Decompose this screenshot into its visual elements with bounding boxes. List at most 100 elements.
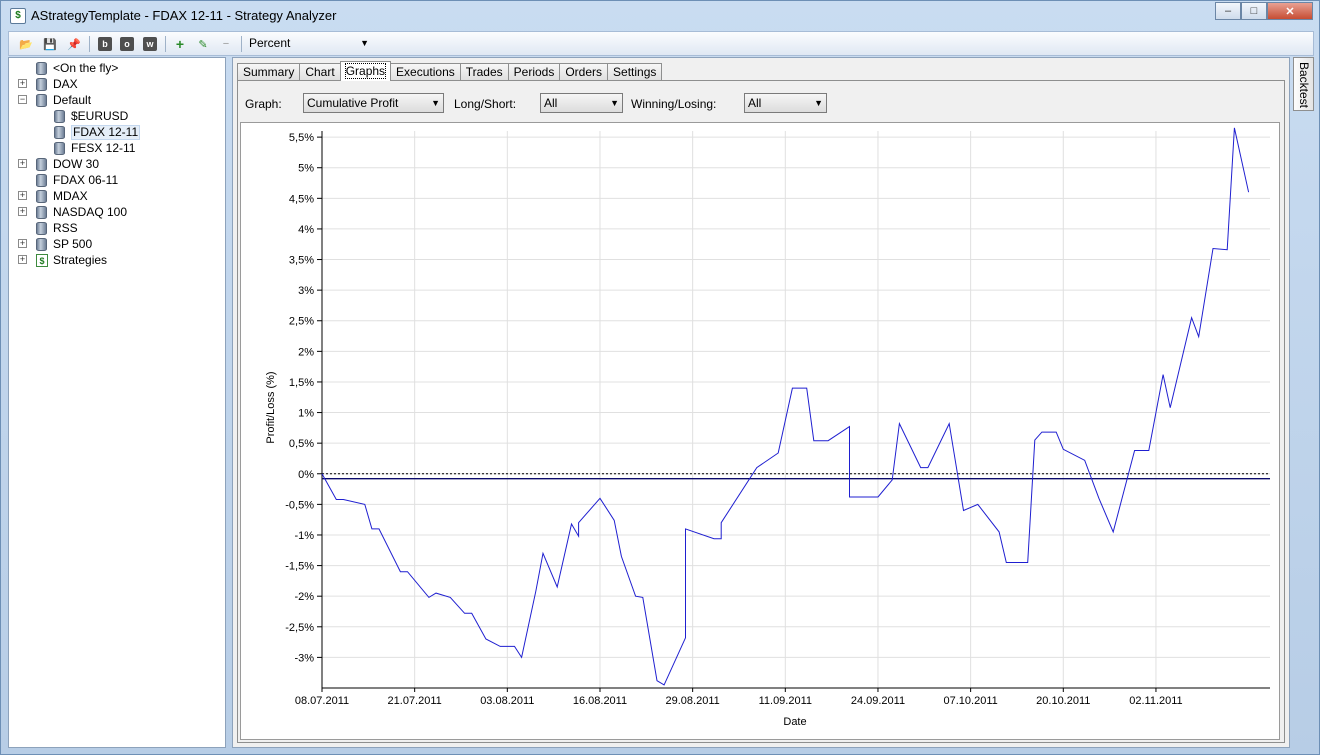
tree-item[interactable]: + $ Strategies — [18, 252, 107, 268]
tree-item-label: NASDAQ 100 — [53, 205, 128, 219]
longshort-select-value: All — [544, 96, 558, 110]
tree-item[interactable]: $EURUSD — [54, 108, 128, 124]
chevron-down-icon: ▼ — [814, 98, 823, 108]
database-icon — [36, 61, 47, 75]
tab-summary[interactable]: Summary — [237, 63, 301, 81]
y-tick-label: 2% — [298, 346, 314, 358]
title-bar[interactable]: $ AStrategyTemplate - FDAX 12-11 - Strat… — [1, 1, 1319, 29]
tree-item[interactable]: − Default — [18, 92, 91, 108]
window-controls: – □ ✕ — [1215, 2, 1313, 21]
x-tick-label: 16.08.2011 — [573, 695, 627, 707]
database-icon — [36, 237, 47, 251]
tree-item[interactable]: FESX 12-11 — [54, 140, 135, 156]
expand-icon[interactable]: + — [18, 191, 27, 200]
x-tick-label: 11.09.2011 — [759, 695, 812, 707]
tree-item[interactable]: + DAX — [18, 76, 78, 92]
winlose-label: Winning/Losing: — [631, 97, 717, 111]
tree-item[interactable]: FDAX 06-11 — [36, 172, 118, 188]
winlose-select-value: All — [748, 96, 762, 110]
tree-item-label: <On the fly> — [53, 61, 119, 75]
tree-item[interactable]: + NASDAQ 100 — [18, 204, 128, 220]
expand-icon[interactable]: + — [18, 159, 27, 168]
cumulative-profit-chart: 5,5% 5% 4,5% 4% 3,5% 3% 2,5% 2% 1,5% 1% 0,5% 0% -0,5… — [265, 127, 1270, 728]
maximize-button[interactable]: □ — [1241, 2, 1267, 20]
mode-combo[interactable]: Percent ▼ — [249, 34, 373, 53]
chevron-down-icon: ▼ — [610, 98, 619, 108]
database-icon — [54, 141, 65, 155]
edit-icon[interactable]: ✎ — [194, 35, 212, 53]
tree-item-label: DAX — [53, 77, 78, 91]
save-icon[interactable]: 💾 — [41, 35, 59, 53]
expand-icon[interactable]: + — [18, 255, 27, 264]
y-tick-label: -1% — [294, 530, 314, 542]
strategy-icon: $ — [36, 253, 48, 267]
instrument-tree[interactable]: <On the fly> + DAX − Default $EURUSD FDAX 12-1… — [8, 57, 226, 748]
tab-label: Orders — [565, 65, 603, 79]
x-tick-label: 08.07.2011 — [295, 695, 349, 707]
x-axis-label: Date — [783, 716, 806, 728]
y-tick-label: 5% — [298, 163, 314, 175]
close-button[interactable]: ✕ — [1267, 2, 1313, 20]
toolbar-separator — [241, 36, 242, 52]
database-icon — [54, 125, 65, 139]
open-folder-icon[interactable]: 📂 — [17, 35, 35, 53]
y-tick-label: -2% — [294, 591, 314, 603]
tab-settings[interactable]: Settings — [607, 63, 663, 81]
tree-item-label: FESX 12-11 — [71, 141, 136, 155]
mode-combo-value: Percent — [249, 36, 291, 50]
main-panel: Summary Chart Graphs Executions Trades Period… — [232, 57, 1290, 748]
tab-label: Trades — [465, 65, 503, 79]
backtest-side-tab-label: Backtest — [1297, 62, 1311, 109]
tab-orders[interactable]: Orders — [559, 63, 609, 81]
tab-label: Settings — [613, 65, 657, 79]
expand-icon[interactable]: + — [18, 207, 27, 216]
expand-icon[interactable]: + — [18, 79, 27, 88]
tree-item[interactable]: RSS — [36, 220, 78, 236]
remove-icon[interactable]: − — [217, 35, 235, 53]
b-button[interactable]: b — [98, 37, 112, 51]
tree-item-label: RSS — [53, 221, 78, 235]
tab-chart[interactable]: Chart — [299, 63, 341, 81]
backtest-side-tab[interactable]: Backtest — [1293, 57, 1314, 111]
tree-item[interactable]: + SP 500 — [18, 236, 92, 252]
tab-trades[interactable]: Trades — [459, 63, 509, 81]
y-tick-label: 3,5% — [289, 255, 314, 267]
x-tick-label: 02.11.2011 — [1129, 695, 1182, 707]
chevron-down-icon: ▼ — [431, 98, 440, 108]
tree-item[interactable]: FDAX 12-11 — [54, 124, 141, 140]
app-dollar-icon: $ — [10, 8, 26, 24]
collapse-icon[interactable]: − — [18, 95, 27, 104]
tab-periods[interactable]: Periods — [507, 63, 561, 81]
database-icon — [36, 189, 47, 203]
y-tick-label: -0,5% — [285, 499, 314, 511]
y-tick-label: 1% — [298, 408, 314, 420]
tree-item[interactable]: + MDAX — [18, 188, 88, 204]
tree-item[interactable]: <On the fly> — [36, 60, 118, 76]
graph-select[interactable]: Cumulative Profit ▼ — [303, 93, 444, 113]
tab-label: Executions — [396, 65, 455, 79]
y-tick-label: 3% — [298, 285, 314, 297]
toolbar-separator — [89, 36, 90, 52]
tab-label: Graphs — [344, 63, 387, 79]
minimize-button[interactable]: – — [1215, 2, 1241, 20]
graph-select-value: Cumulative Profit — [307, 96, 399, 110]
y-tick-label: 4,5% — [289, 193, 314, 205]
x-tick-label: 21.07.2011 — [388, 695, 442, 707]
o-button[interactable]: o — [120, 37, 134, 51]
y-tick-label: 4% — [298, 224, 314, 236]
y-tick-label: 5,5% — [289, 132, 314, 144]
tab-graphs[interactable]: Graphs — [339, 61, 392, 81]
pin-icon[interactable]: 📌 — [65, 35, 83, 53]
chevron-down-icon: ▼ — [360, 38, 369, 48]
expand-icon[interactable]: + — [18, 239, 27, 248]
tree-item[interactable]: + DOW 30 — [18, 156, 99, 172]
x-tick-label: 03.08.2011 — [480, 695, 534, 707]
y-tick-label: 0% — [298, 469, 314, 481]
w-button[interactable]: w — [143, 37, 157, 51]
longshort-select[interactable]: All ▼ — [540, 93, 623, 113]
add-icon[interactable]: + — [171, 35, 189, 53]
database-icon — [36, 157, 47, 171]
winlose-select[interactable]: All ▼ — [744, 93, 827, 113]
tab-executions[interactable]: Executions — [390, 63, 461, 81]
x-tick-label: 24.09.2011 — [851, 695, 905, 707]
